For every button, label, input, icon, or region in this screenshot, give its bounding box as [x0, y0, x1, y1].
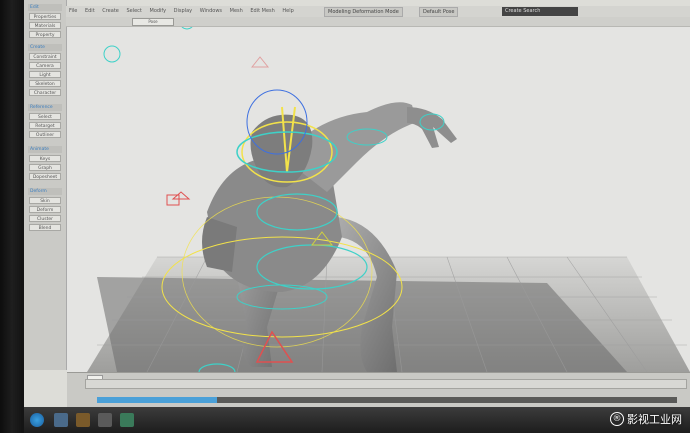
search-input[interactable]: Create Search	[502, 7, 578, 16]
shelf-button-keys[interactable]: Keys	[29, 155, 61, 162]
shelf-button-skin[interactable]: Skin	[29, 197, 61, 204]
screen: Edit Properties Materials Property Creat…	[24, 0, 690, 433]
playback-range-bar[interactable]	[97, 397, 217, 403]
timeline-panel	[67, 372, 690, 408]
shelf-button-blend[interactable]: Blend	[29, 224, 61, 231]
menu-item[interactable]: Create	[99, 6, 122, 14]
shelf-button-constraint[interactable]: Constraint	[29, 53, 61, 60]
shelf-header: Create	[28, 44, 62, 51]
shelf-header: Reference	[28, 104, 62, 111]
watermark-text: 影视工业网	[627, 413, 682, 426]
shelf-button-materials[interactable]: Materials	[29, 22, 61, 29]
shelf-button-skeleton[interactable]: Skeleton	[29, 80, 61, 87]
app-icon[interactable]	[54, 413, 68, 427]
timeline-track[interactable]	[85, 379, 687, 389]
3d-viewport[interactable]	[67, 14, 690, 381]
shelf-button-dopesheet[interactable]: Dopesheet	[29, 173, 61, 180]
preset-dropdown[interactable]: Default Pose	[419, 7, 459, 17]
left-shelf-panel: Edit Properties Materials Property Creat…	[24, 0, 67, 370]
shelf-button-camera[interactable]: Camera	[29, 62, 61, 69]
os-taskbar	[24, 407, 690, 433]
range-slider[interactable]	[217, 397, 677, 403]
folder-icon[interactable]	[76, 413, 90, 427]
shelf-button-deform[interactable]: Deform	[29, 206, 61, 213]
secondary-toolbar: Pose	[66, 17, 690, 27]
watermark: ® 影视工业网	[610, 411, 682, 427]
shelf-button-select[interactable]: Select	[29, 113, 61, 120]
mode-dropdown[interactable]: Modeling Deformation Mode	[324, 7, 403, 17]
menu-item[interactable]: File	[66, 6, 80, 14]
shelf-button-property[interactable]: Property	[29, 31, 61, 38]
shelf-button-cluster[interactable]: Cluster	[29, 215, 61, 222]
menu-item[interactable]: Edit Mesh	[247, 6, 277, 14]
app-icon[interactable]	[120, 413, 134, 427]
menu-item[interactable]: Edit	[82, 6, 98, 14]
shelf-button-retarget[interactable]: Retarget	[29, 122, 61, 129]
viewport-scene	[87, 14, 690, 381]
menu-item[interactable]: Mesh	[227, 6, 246, 14]
shelf-button-light[interactable]: Light	[29, 71, 61, 78]
watermark-symbol: ®	[610, 412, 624, 426]
shelf-header: Edit	[28, 4, 62, 11]
shelf-header: Deform	[28, 188, 62, 195]
menu-item[interactable]: Windows	[197, 6, 225, 14]
menu-item[interactable]: Help	[279, 6, 296, 14]
shelf-button-graph[interactable]: Graph	[29, 164, 61, 171]
shelf-button-character[interactable]: Character	[29, 89, 61, 96]
shelf-button-properties[interactable]: Properties	[29, 13, 61, 20]
start-button-icon[interactable]	[30, 413, 44, 427]
pose-selector[interactable]: Pose	[132, 18, 174, 26]
shelf-header: Animate	[28, 146, 62, 153]
menu-item[interactable]: Display	[171, 6, 195, 14]
menu-item[interactable]: Select	[123, 6, 144, 14]
shelf-button-outliner[interactable]: Outliner	[29, 131, 61, 138]
menu-item[interactable]: Modify	[147, 6, 170, 14]
app-icon[interactable]	[98, 413, 112, 427]
